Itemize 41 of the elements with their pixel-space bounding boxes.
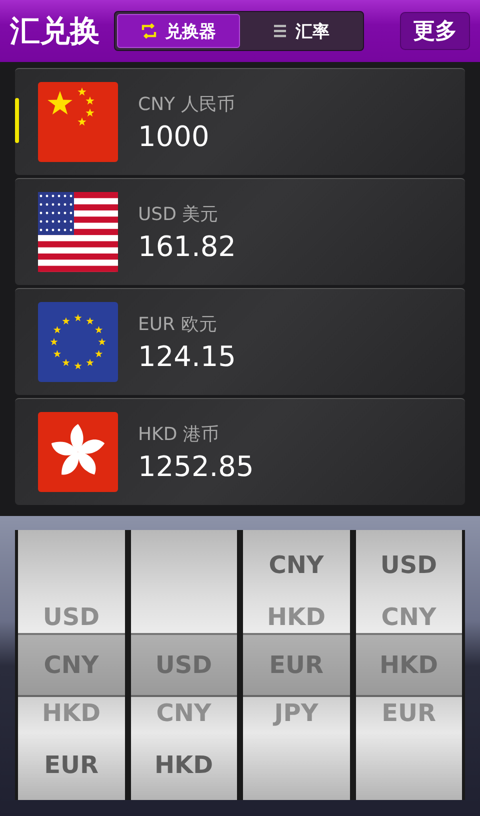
picker-wheel[interactable]: USD CNY HKD [130, 530, 237, 800]
picker-selection[interactable]: EUR [243, 632, 350, 698]
picker-wheel[interactable]: USD CNY HKD EUR [356, 530, 462, 800]
picker-option[interactable]: CNY [268, 551, 324, 580]
currency-row[interactable]: CNY 人民币 1000 [15, 68, 465, 175]
picker-selection[interactable]: CNY [18, 632, 124, 698]
flag-icon [38, 82, 118, 162]
picker-option[interactable]: HKD [42, 699, 101, 728]
swap-icon [141, 23, 157, 39]
app-title: 汇兑换 [10, 12, 100, 50]
currency-row[interactable]: HKD 港币 1252.85 [15, 398, 465, 505]
more-button[interactable]: 更多 [400, 12, 470, 50]
picker-option[interactable]: HKD [154, 750, 214, 779]
picker-selection[interactable]: HKD [356, 632, 462, 698]
currency-name: USD 美元 [138, 202, 220, 226]
picker-option[interactable]: USD [42, 602, 100, 631]
picker-option[interactable]: EUR [382, 699, 436, 728]
currency-name: EUR 欧元 [138, 312, 218, 336]
flag-icon [38, 412, 118, 492]
tab[interactable]: 兑换器 [117, 14, 240, 48]
currency-row[interactable]: USD 美元 161.82 [15, 178, 465, 285]
flag-icon [38, 302, 118, 382]
currency-name: CNY 人民币 [138, 92, 235, 116]
picker-selection[interactable]: USD [130, 632, 237, 698]
currency-amount: 124.15 [138, 340, 236, 372]
list-icon [272, 23, 288, 39]
tab[interactable]: 汇率 [240, 14, 361, 48]
picker-option[interactable]: CNY [381, 602, 436, 631]
currency-name: HKD 港币 [138, 422, 220, 446]
picker-option[interactable]: USD [380, 551, 438, 580]
currency-amount: 1000 [138, 120, 210, 152]
picker-option[interactable]: EUR [44, 750, 98, 779]
picker-option[interactable]: HKD [266, 602, 326, 631]
picker-wheel[interactable]: CNY HKD EUR JPY [243, 530, 350, 800]
picker-wheel[interactable]: USD CNY HKD EUR [18, 530, 124, 800]
picker-option[interactable]: CNY [156, 699, 212, 728]
currency-row[interactable]: EUR 欧元 124.15 [15, 288, 465, 395]
flag-icon [38, 192, 118, 272]
picker-option[interactable]: JPY [274, 699, 318, 728]
currency-amount: 161.82 [138, 230, 236, 262]
currency-amount: 1252.85 [138, 450, 254, 482]
